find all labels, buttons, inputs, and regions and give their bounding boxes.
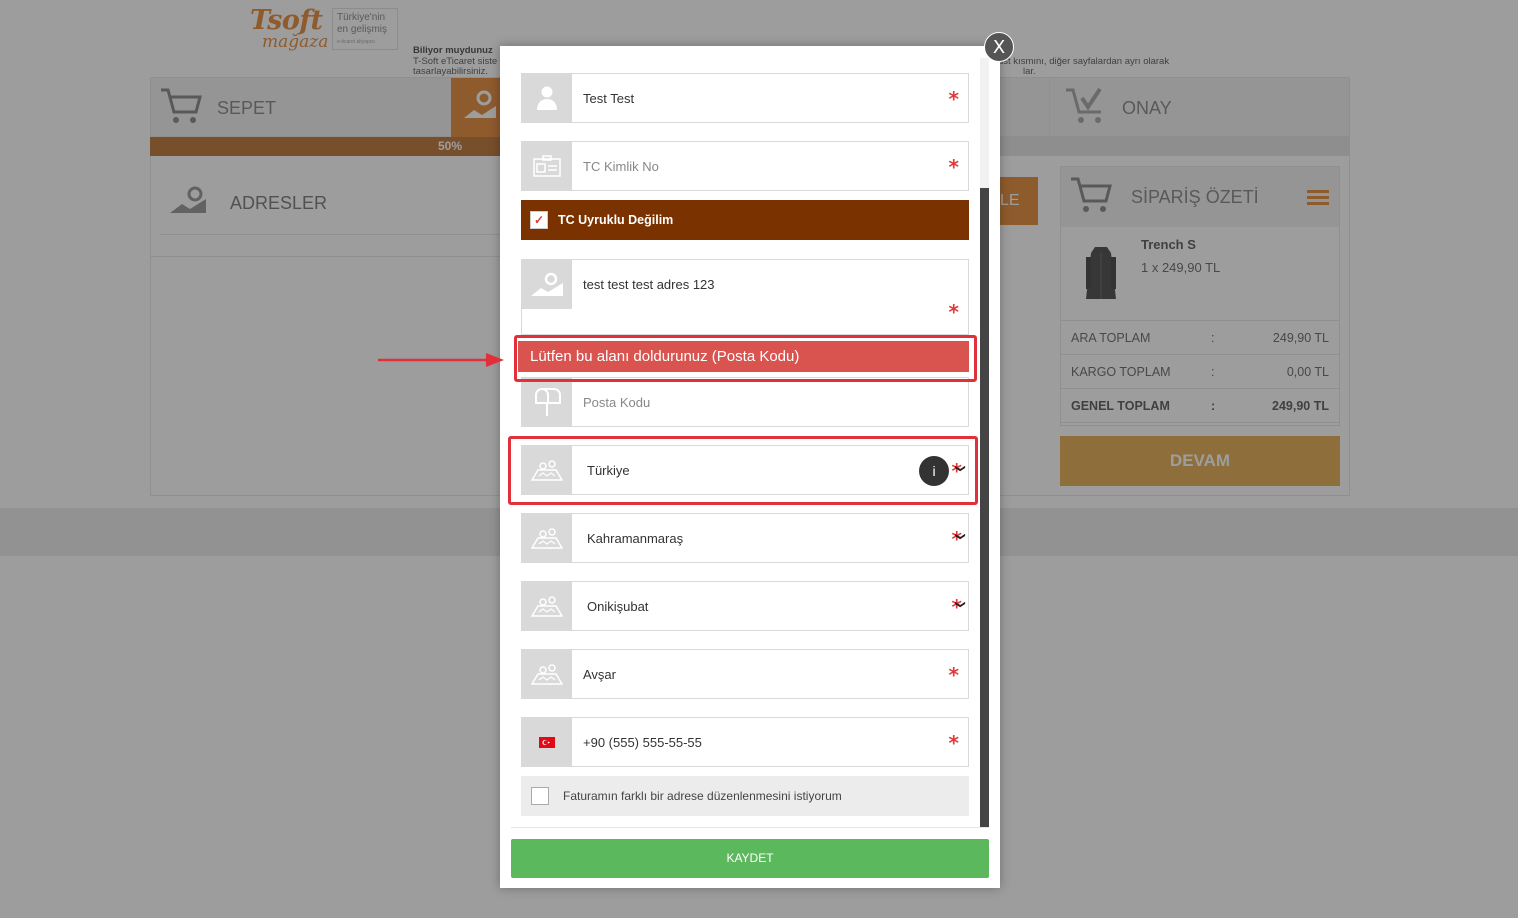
tc-field[interactable]: TC Kimlik No * bbox=[521, 141, 969, 191]
map-icon bbox=[522, 650, 572, 698]
required-star: * bbox=[948, 155, 959, 179]
modal-scrollbar-thumb[interactable] bbox=[980, 188, 989, 828]
required-star: * bbox=[948, 663, 959, 687]
id-card-icon bbox=[522, 142, 572, 190]
billing-checkbox[interactable] bbox=[531, 787, 549, 805]
mailbox-icon bbox=[522, 378, 572, 426]
chevron-down-icon: ❯ bbox=[954, 532, 966, 541]
save-button[interactable]: KAYDET bbox=[511, 839, 989, 878]
address-textarea[interactable]: test test test adres 123 * bbox=[521, 259, 969, 335]
map-icon bbox=[522, 514, 572, 562]
neighborhood-field[interactable]: Avşar * bbox=[521, 649, 969, 699]
validation-error-message: Lütfen bu alanı doldurunuz (Posta Kodu) bbox=[518, 341, 969, 372]
flag-icon bbox=[522, 718, 572, 766]
red-arrow-icon bbox=[378, 350, 508, 375]
district-select[interactable]: Onikişubat * ❯ bbox=[521, 581, 969, 631]
name-field[interactable]: Test Test * bbox=[521, 73, 969, 123]
district-value: Onikişubat bbox=[587, 599, 649, 614]
billing-label: Faturamın farklı bir adrese düzenlenmesi… bbox=[563, 789, 842, 803]
tc-checkbox[interactable]: ✓ bbox=[530, 211, 548, 229]
required-star: * bbox=[948, 87, 959, 111]
tc-uyruklu-toggle[interactable]: ✓ TC Uyruklu Değilim bbox=[521, 200, 969, 240]
divider bbox=[511, 827, 989, 828]
map-icon bbox=[522, 582, 572, 630]
neighborhood-value: Avşar bbox=[583, 667, 616, 682]
phone-value: +90 (555) 555-55-55 bbox=[583, 735, 702, 750]
user-icon bbox=[522, 74, 572, 122]
name-value: Test Test bbox=[583, 91, 635, 106]
country-highlight-box bbox=[508, 436, 978, 505]
map-icon bbox=[522, 260, 572, 309]
tc-check-label: TC Uyruklu Değilim bbox=[558, 213, 674, 227]
different-billing-toggle[interactable]: Faturamın farklı bir adrese düzenlenmesi… bbox=[521, 776, 969, 816]
chevron-down-icon: ❯ bbox=[954, 600, 966, 609]
info-icon[interactable]: i bbox=[919, 456, 949, 486]
city-value: Kahramanmaraş bbox=[587, 531, 684, 546]
required-star: * bbox=[948, 731, 959, 755]
phone-field[interactable]: +90 (555) 555-55-55 * bbox=[521, 717, 969, 767]
required-star: * bbox=[948, 300, 959, 324]
posta-kodu-placeholder: Posta Kodu bbox=[583, 395, 651, 410]
tc-placeholder: TC Kimlik No bbox=[583, 159, 659, 174]
posta-kodu-field[interactable]: Posta Kodu bbox=[521, 377, 969, 427]
city-select[interactable]: Kahramanmaraş * ❯ bbox=[521, 513, 969, 563]
address-value: test test test adres 123 bbox=[583, 277, 715, 292]
